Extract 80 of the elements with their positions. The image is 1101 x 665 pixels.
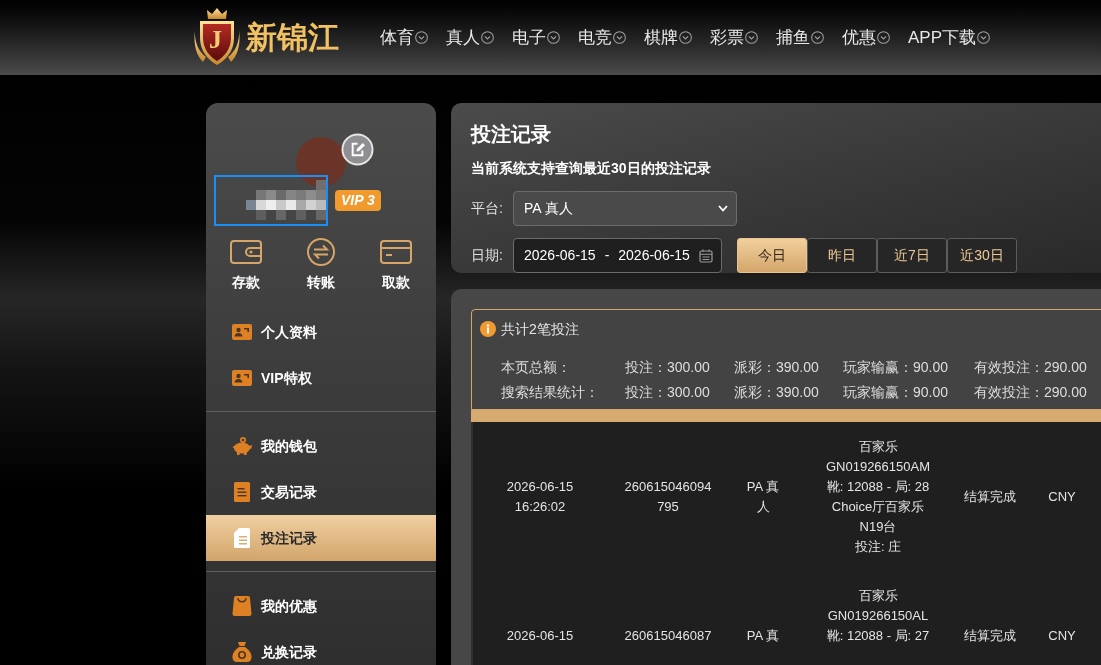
withdraw-button[interactable]: 取款 [358, 238, 434, 291]
nav-link[interactable]: APP下载 [908, 26, 991, 49]
nav-link[interactable]: 真人 [446, 26, 494, 49]
table-cell-text: 结算完成 [963, 627, 1017, 645]
nav-link[interactable]: 电子 [512, 26, 560, 49]
circled-chevron-icon [481, 31, 494, 44]
credit-card-icon [380, 240, 412, 264]
summary-value: 玩家输赢：90.00 [843, 358, 950, 377]
sidebar-menu-item[interactable]: 个人资料 [206, 309, 436, 355]
circled-chevron-icon [745, 31, 758, 44]
summary-value: 有效投注：290.00 [974, 358, 1088, 377]
edit-icon[interactable] [341, 133, 374, 166]
sidebar-menu-item[interactable]: 我的优惠 [206, 583, 436, 629]
crowned-shield-icon [193, 7, 241, 68]
platform-label: 平台: [471, 199, 504, 218]
id-card-icon [232, 370, 252, 386]
table-cell-text: 260615046094 795 [623, 478, 713, 516]
circled-chevron-icon [977, 31, 991, 44]
date-range-button[interactable]: 近7日 [877, 238, 947, 273]
platform-select[interactable]: PA 真人 [513, 191, 737, 226]
date-range-field[interactable]: 2026-06-15 - 2026-06-15 [513, 238, 722, 273]
nav-link[interactable]: 优惠 [842, 26, 890, 49]
circled-chevron-icon [547, 31, 560, 44]
table-cell-text: 结算完成 [963, 488, 1017, 506]
nav-link[interactable]: 彩票 [710, 26, 758, 49]
vip-badge: VIP 3 [335, 190, 381, 211]
id-card-icon [232, 324, 252, 340]
summary-value: 有效投注：290.00 [974, 383, 1088, 402]
info-icon [480, 321, 496, 337]
document-icon [234, 482, 250, 502]
sidebar-menu-item[interactable]: 兑换记录 [206, 629, 436, 665]
table-cell-text: PA 真 [745, 627, 781, 645]
table-cell-text: 260615046087 [623, 627, 713, 645]
table-cell-text: CNY [1047, 627, 1077, 645]
avatar-placeholder [296, 137, 346, 187]
summary-value: 派彩：390.00 [734, 383, 820, 402]
calendar-icon [699, 248, 713, 263]
summary-label: 本页总额： [501, 358, 572, 377]
circled-chevron-icon [613, 31, 626, 44]
table-cell-text: 2026-06-15 [505, 627, 575, 645]
money-bag-icon [232, 642, 252, 662]
shopping-bag-icon [232, 596, 252, 616]
table-cell-text: PA 真 人 [745, 478, 781, 516]
nav-link[interactable]: 棋牌 [644, 26, 692, 49]
date-range-button[interactable]: 昨日 [807, 238, 877, 273]
summary-label: 搜索结果统计： [501, 383, 600, 402]
wallet-icon [230, 240, 262, 264]
circled-chevron-icon [679, 31, 692, 44]
sidebar-menu-item[interactable]: 我的钱包 [206, 423, 436, 469]
circled-chevron-icon [811, 31, 824, 44]
date-range-button[interactable]: 今日 [737, 238, 807, 273]
table-cell-text: 2026-06-15 16:26:02 [505, 478, 575, 516]
transfer-arrows-icon [307, 238, 335, 266]
sidebar-menu-item[interactable]: VIP特权 [206, 355, 436, 401]
summary-value: 玩家输赢：90.00 [843, 383, 950, 402]
nav-link[interactable]: 捕鱼 [776, 26, 824, 49]
summary-value: 派彩：390.00 [734, 358, 820, 377]
logo-letter: J [209, 25, 222, 54]
deposit-button[interactable]: 存款 [208, 238, 284, 291]
table-cell-text: 百家乐 GN019266150AL 靴: 12088 - 局: 27 [825, 587, 931, 645]
chevron-down-icon [718, 205, 728, 212]
piggy-bank-icon [232, 437, 252, 455]
summary-value: 投注：300.00 [625, 358, 711, 377]
query-note: 当前系统支持查询最近30日的投注记录 [471, 159, 711, 178]
summary-value: 投注：300.00 [625, 383, 711, 402]
date-range-button[interactable]: 近30日 [947, 238, 1017, 273]
logo-text[interactable]: 新锦江 [246, 19, 339, 56]
sidebar-menu-item[interactable]: 交易记录 [206, 469, 436, 515]
table-cell-text: CNY [1047, 488, 1077, 506]
transfer-button[interactable]: 转账 [283, 238, 359, 291]
document-icon [234, 528, 250, 548]
nav-link[interactable]: 电竞 [578, 26, 626, 49]
date-label: 日期: [471, 246, 504, 265]
bet-count-text: 共计2笔投注 [501, 320, 579, 339]
nav-link[interactable]: 体育 [380, 26, 428, 49]
page-title: 投注记录 [471, 122, 551, 147]
table-cell-text: 百家乐 GN019266150AM 靴: 12088 - 局: 28 Choice厅百家乐 N19台 投注: 庄 [824, 438, 932, 556]
circled-chevron-icon [415, 31, 428, 44]
sidebar-menu-item[interactable]: 投注记录 [206, 515, 436, 561]
circled-chevron-icon [877, 31, 890, 44]
